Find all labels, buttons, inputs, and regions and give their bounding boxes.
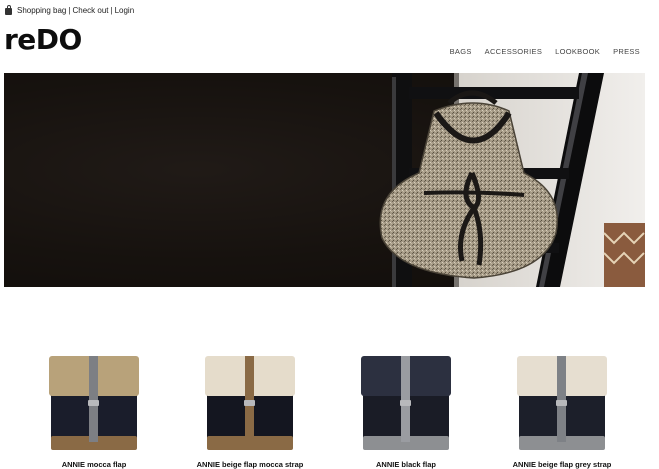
product-name[interactable]: ANNIE mocca flap bbox=[4, 460, 184, 469]
nav-item-bags[interactable]: BAGS bbox=[450, 47, 472, 56]
nav-item-press[interactable]: PRESS bbox=[613, 47, 640, 56]
product-grid: ANNIE mocca flap ANNIE beige flap mocca … bbox=[4, 330, 645, 469]
checkout-link[interactable]: Check out bbox=[72, 6, 108, 15]
product-image[interactable] bbox=[190, 330, 310, 452]
hero-image bbox=[4, 73, 645, 287]
product-image[interactable] bbox=[502, 330, 622, 452]
separator: | bbox=[110, 5, 113, 15]
product-name[interactable]: ANNIE beige flap grey strap bbox=[472, 460, 652, 469]
nav-item-accessories[interactable]: ACCESSORIES bbox=[485, 47, 542, 56]
login-link[interactable]: Login bbox=[115, 6, 135, 15]
separator: | bbox=[68, 5, 71, 15]
utility-bar: Shopping bag | Check out | Login bbox=[4, 4, 134, 16]
product-image[interactable] bbox=[346, 330, 466, 452]
product-name[interactable]: ANNIE black flap bbox=[316, 460, 496, 469]
product-card[interactable]: ANNIE beige flap grey strap bbox=[472, 330, 622, 469]
hero-banner[interactable] bbox=[4, 73, 645, 287]
shopping-bag-link[interactable]: Shopping bag bbox=[17, 6, 66, 15]
product-card[interactable]: ANNIE beige flap mocca strap bbox=[160, 330, 310, 469]
nav-item-lookbook[interactable]: LOOKBOOK bbox=[555, 47, 600, 56]
shopping-bag-icon[interactable] bbox=[4, 5, 13, 15]
brand-logo[interactable]: reDO bbox=[4, 26, 82, 54]
main-nav: BAGS ACCESSORIES LOOKBOOK PRESS bbox=[450, 47, 640, 56]
product-card[interactable]: ANNIE black flap bbox=[316, 330, 466, 469]
product-card[interactable]: ANNIE mocca flap bbox=[4, 330, 154, 469]
product-name[interactable]: ANNIE beige flap mocca strap bbox=[160, 460, 340, 469]
product-image[interactable] bbox=[34, 330, 154, 452]
